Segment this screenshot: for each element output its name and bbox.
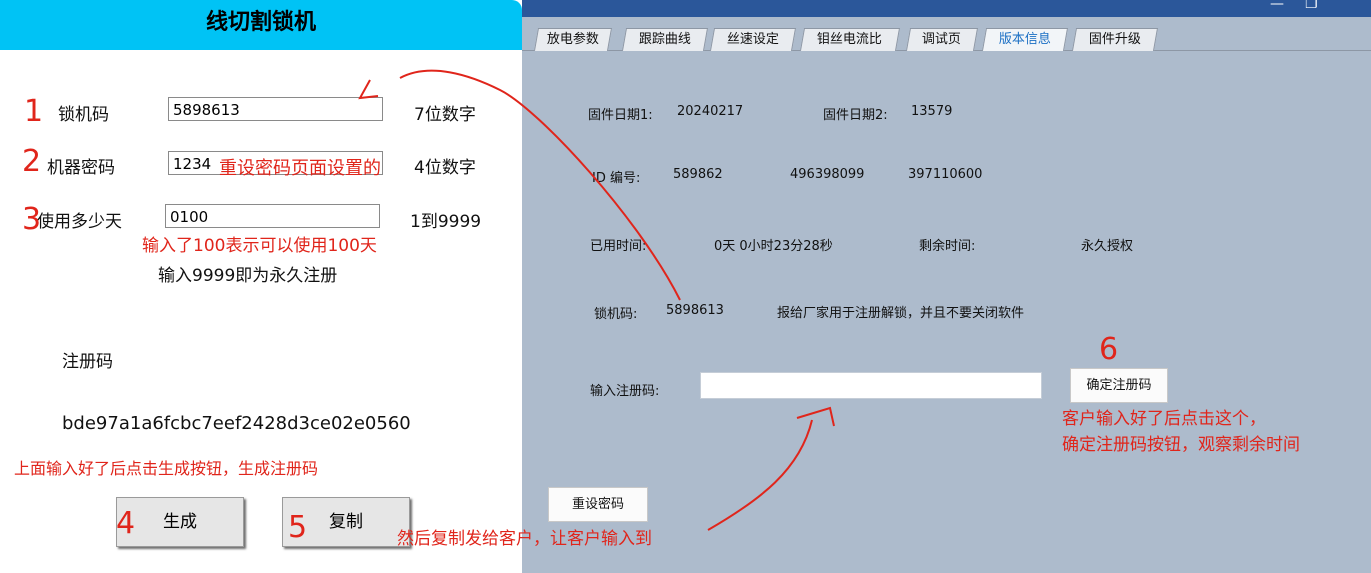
tab-version-info[interactable]: 版本信息 xyxy=(981,28,1069,51)
permanent-note: 输入9999即为永久注册 xyxy=(158,266,338,286)
lock-code-label: 锁机码 xyxy=(58,105,109,125)
reset-password-button[interactable]: 重设密码 xyxy=(548,487,648,522)
days-hint: 1到9999 xyxy=(410,212,482,232)
lock-code-label: 锁机码: xyxy=(594,307,638,322)
tab-molybdenum-current[interactable]: 钼丝电流比 xyxy=(799,28,901,51)
lock-generator-window: 线切割锁机 锁机码 5898613 7位数字 机器密码 1234 4位数字 使用… xyxy=(0,0,522,573)
firmware-date1-value: 20240217 xyxy=(677,104,744,119)
lock-code-note: 报给厂家用于注册解锁，并且不要关闭软件 xyxy=(777,306,1025,321)
id-value-3: 397110600 xyxy=(908,167,983,182)
days-input[interactable]: 0100 xyxy=(165,204,380,228)
machine-password-hint: 4位数字 xyxy=(414,158,476,178)
firmware-date2-label: 固件日期2: xyxy=(823,108,888,123)
tab-debug[interactable]: 调试页 xyxy=(905,28,979,51)
minimize-icon[interactable]: — xyxy=(1270,0,1284,12)
tab-tracking-curve[interactable]: 跟踪曲线 xyxy=(621,28,709,51)
tab-discharge-params[interactable]: 放电参数 xyxy=(533,28,613,51)
lock-code-input[interactable]: 5898613 xyxy=(168,97,383,121)
remaining-time-label: 剩余时间: xyxy=(919,239,976,254)
registration-code-label: 注册码 xyxy=(62,352,113,372)
maximize-icon[interactable]: ❐ xyxy=(1305,0,1318,12)
confirm-registration-button[interactable]: 确定注册码 xyxy=(1070,368,1168,403)
days-label: 使用多少天 xyxy=(37,212,122,232)
firmware-date2-value: 13579 xyxy=(911,104,953,119)
registration-input-label: 输入注册码: xyxy=(590,384,660,399)
firmware-date1-label: 固件日期1: xyxy=(588,108,653,123)
id-value-2: 496398099 xyxy=(790,167,865,182)
lock-code-hint: 7位数字 xyxy=(414,105,476,125)
tab-firmware-upgrade[interactable]: 固件升级 xyxy=(1071,28,1159,51)
used-time-value: 0天 0小时23分28秒 xyxy=(714,239,833,254)
id-label: ID 编号: xyxy=(592,171,641,186)
id-value-1: 589862 xyxy=(673,167,723,182)
lock-code-value: 5898613 xyxy=(666,303,724,318)
used-time-label: 已用时间: xyxy=(590,239,647,254)
registration-code-value[interactable]: bde97a1a6fcbc7eef2428d3ce02e0560 xyxy=(62,413,411,434)
registration-code-input[interactable] xyxy=(700,372,1042,399)
window-titlebar: — ❐ xyxy=(522,0,1371,17)
window-title: 线切割锁机 xyxy=(0,0,522,50)
machine-password-input[interactable]: 1234 xyxy=(168,151,383,175)
machine-password-label: 机器密码 xyxy=(47,158,115,178)
remaining-time-value: 永久授权 xyxy=(1081,239,1134,254)
generate-button[interactable]: 生成 xyxy=(116,497,244,547)
settings-window: — ❐ 放电参数 跟踪曲线 丝速设定 钼丝电流比 调试页 版本信息 固件升级 固… xyxy=(522,0,1371,573)
copy-button[interactable]: 复制 xyxy=(282,497,410,547)
tab-wire-speed[interactable]: 丝速设定 xyxy=(709,28,797,51)
